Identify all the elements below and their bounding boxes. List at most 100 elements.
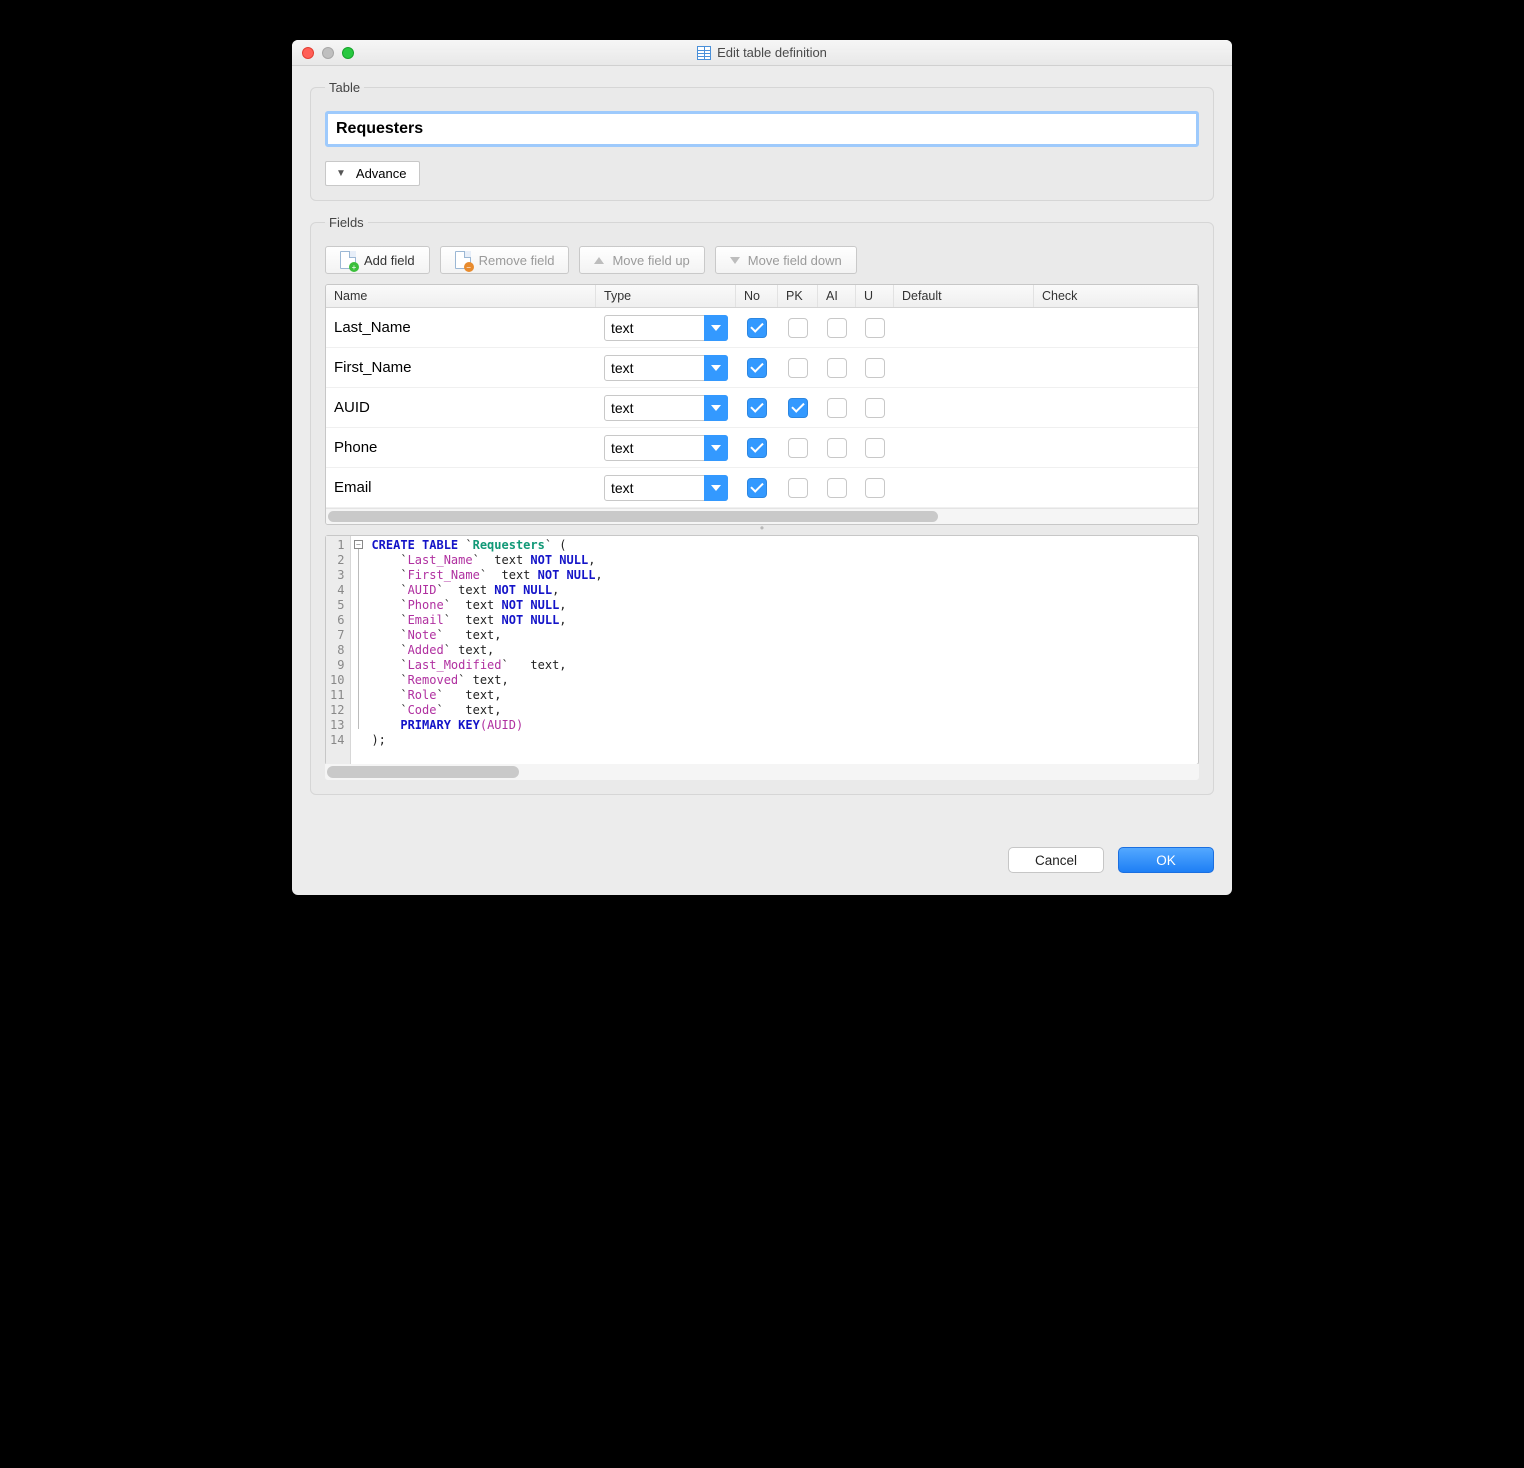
table-name-input[interactable] xyxy=(330,116,1194,142)
col-ai[interactable]: AI xyxy=(818,285,856,307)
dialog-footer: Cancel OK xyxy=(292,827,1232,895)
ai-checkbox[interactable] xyxy=(827,398,847,418)
field-name[interactable]: AUID xyxy=(326,391,596,424)
triangle-down-icon xyxy=(730,257,740,264)
default-cell[interactable] xyxy=(894,391,1034,424)
zoom-window-icon[interactable] xyxy=(342,47,354,59)
titlebar: Edit table definition xyxy=(292,40,1232,66)
fields-section: Fields + Add field − Remove field Move f… xyxy=(310,215,1214,795)
pk-checkbox[interactable] xyxy=(788,478,808,498)
table-section: Table ▼ Advance xyxy=(310,80,1214,201)
chevron-down-icon xyxy=(704,435,728,461)
line-number-gutter: 1234567891011121314 xyxy=(326,536,351,764)
grid-header: Name Type No PK AI U Default Check xyxy=(326,285,1198,308)
minimize-window-icon[interactable] xyxy=(322,47,334,59)
chevron-down-icon xyxy=(704,315,728,341)
notnull-checkbox[interactable] xyxy=(747,438,767,458)
col-type[interactable]: Type xyxy=(596,285,736,307)
table-row[interactable]: First_Name text xyxy=(326,348,1198,388)
page-add-icon: + xyxy=(340,251,356,269)
page-remove-icon: − xyxy=(455,251,471,269)
advance-label: Advance xyxy=(356,166,407,181)
unique-checkbox[interactable] xyxy=(865,318,885,338)
cancel-button[interactable]: Cancel xyxy=(1008,847,1104,873)
field-type-select[interactable]: text xyxy=(604,315,728,341)
check-cell[interactable] xyxy=(1034,431,1198,464)
fold-toggle-icon[interactable]: − xyxy=(354,540,363,549)
field-name[interactable]: Last_Name xyxy=(326,311,596,344)
pk-checkbox[interactable] xyxy=(788,318,808,338)
field-name[interactable]: Phone xyxy=(326,431,596,464)
unique-checkbox[interactable] xyxy=(865,438,885,458)
table-icon xyxy=(697,46,711,60)
chevron-down-icon xyxy=(704,395,728,421)
add-field-label: Add field xyxy=(364,253,415,268)
col-notnull[interactable]: No xyxy=(736,285,778,307)
fields-grid: Name Type No PK AI U Default Check Last_… xyxy=(325,284,1199,525)
sql-code[interactable]: CREATE TABLE `Requesters` ( `Last_Name` … xyxy=(365,536,1198,764)
move-field-down-button[interactable]: Move field down xyxy=(715,246,857,274)
table-row[interactable]: Email text xyxy=(326,468,1198,508)
table-section-label: Table xyxy=(325,80,364,95)
notnull-checkbox[interactable] xyxy=(747,478,767,498)
col-name[interactable]: Name xyxy=(326,285,596,307)
col-pk[interactable]: PK xyxy=(778,285,818,307)
check-cell[interactable] xyxy=(1034,391,1198,424)
splitter-handle[interactable]: • xyxy=(325,525,1199,535)
col-unique[interactable]: U xyxy=(856,285,894,307)
col-default[interactable]: Default xyxy=(894,285,1034,307)
sql-preview: 1234567891011121314 − CREATE TABLE `Requ… xyxy=(325,535,1199,765)
chevron-down-icon: ▼ xyxy=(336,168,346,179)
unique-checkbox[interactable] xyxy=(865,398,885,418)
default-cell[interactable] xyxy=(894,431,1034,464)
table-row[interactable]: Phone text xyxy=(326,428,1198,468)
chevron-down-icon xyxy=(704,355,728,381)
move-field-up-button[interactable]: Move field up xyxy=(579,246,704,274)
col-check[interactable]: Check xyxy=(1034,285,1198,307)
pk-checkbox[interactable] xyxy=(788,358,808,378)
fold-gutter[interactable]: − xyxy=(351,536,365,764)
move-down-label: Move field down xyxy=(748,253,842,268)
sql-horizontal-scrollbar[interactable] xyxy=(325,764,1199,780)
pk-checkbox[interactable] xyxy=(788,398,808,418)
remove-field-button[interactable]: − Remove field xyxy=(440,246,570,274)
table-row[interactable]: Last_Name text xyxy=(326,308,1198,348)
fields-toolbar: + Add field − Remove field Move field up… xyxy=(325,246,1199,274)
window-controls xyxy=(292,47,354,59)
window-title: Edit table definition xyxy=(717,45,827,60)
field-name[interactable]: First_Name xyxy=(326,351,596,384)
dialog-window: Edit table definition Table ▼ Advance Fi… xyxy=(292,40,1232,895)
ai-checkbox[interactable] xyxy=(827,318,847,338)
field-type-select[interactable]: text xyxy=(604,355,728,381)
field-type-select[interactable]: text xyxy=(604,475,728,501)
default-cell[interactable] xyxy=(894,351,1034,384)
notnull-checkbox[interactable] xyxy=(747,358,767,378)
ok-button[interactable]: OK xyxy=(1118,847,1214,873)
remove-field-label: Remove field xyxy=(479,253,555,268)
move-up-label: Move field up xyxy=(612,253,689,268)
advance-toggle-button[interactable]: ▼ Advance xyxy=(325,161,420,186)
field-type-select[interactable]: text xyxy=(604,435,728,461)
default-cell[interactable] xyxy=(894,471,1034,504)
notnull-checkbox[interactable] xyxy=(747,318,767,338)
field-type-select[interactable]: text xyxy=(604,395,728,421)
default-cell[interactable] xyxy=(894,311,1034,344)
add-field-button[interactable]: + Add field xyxy=(325,246,430,274)
notnull-checkbox[interactable] xyxy=(747,398,767,418)
ai-checkbox[interactable] xyxy=(827,478,847,498)
check-cell[interactable] xyxy=(1034,471,1198,504)
fields-section-label: Fields xyxy=(325,215,368,230)
ai-checkbox[interactable] xyxy=(827,358,847,378)
check-cell[interactable] xyxy=(1034,311,1198,344)
close-window-icon[interactable] xyxy=(302,47,314,59)
triangle-up-icon xyxy=(594,257,604,264)
pk-checkbox[interactable] xyxy=(788,438,808,458)
chevron-down-icon xyxy=(704,475,728,501)
ai-checkbox[interactable] xyxy=(827,438,847,458)
table-row[interactable]: AUID text xyxy=(326,388,1198,428)
field-name[interactable]: Email xyxy=(326,471,596,504)
unique-checkbox[interactable] xyxy=(865,478,885,498)
check-cell[interactable] xyxy=(1034,351,1198,384)
grid-horizontal-scrollbar[interactable] xyxy=(326,508,1198,524)
unique-checkbox[interactable] xyxy=(865,358,885,378)
